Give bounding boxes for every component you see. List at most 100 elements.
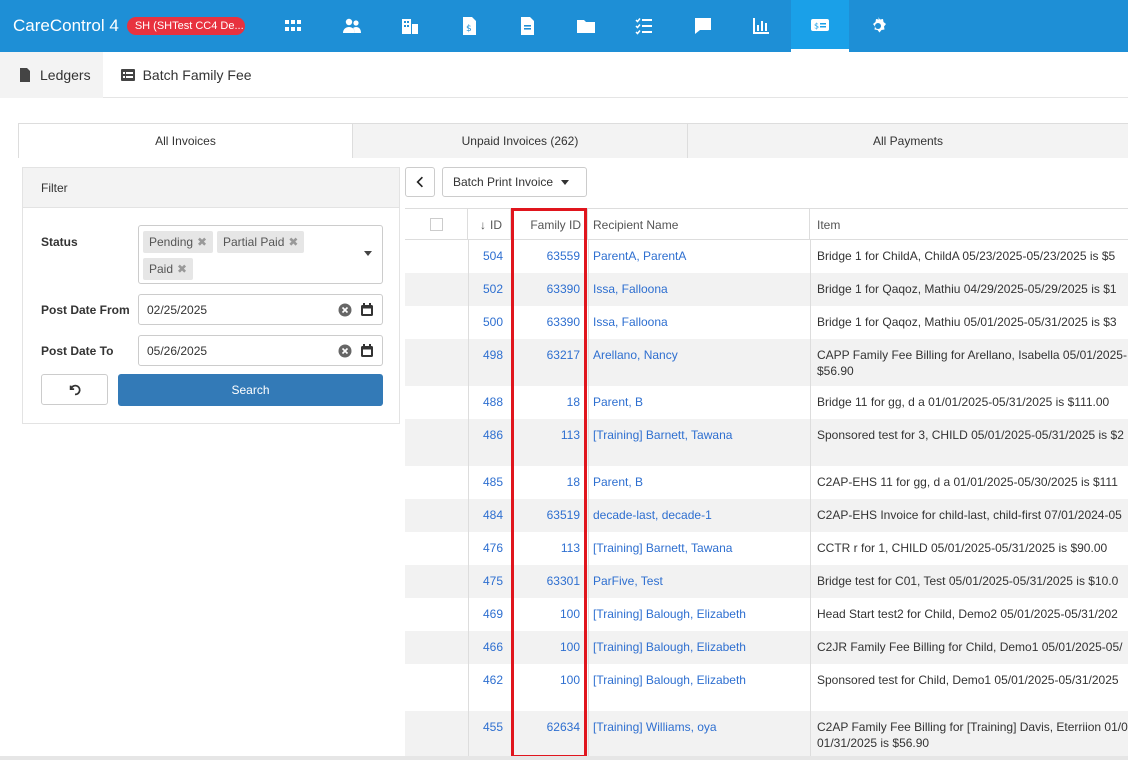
recipient-name-link[interactable]: ParFive, Test xyxy=(588,565,810,598)
tab-all-invoices[interactable]: All Invoices xyxy=(18,124,353,158)
status-multiselect[interactable]: Pending ✖ Partial Paid ✖ Paid ✖ xyxy=(138,225,383,284)
family-id-link[interactable]: 63217 xyxy=(511,339,588,386)
recipient-name-link[interactable]: Issa, Falloona xyxy=(588,306,810,339)
report-chart-icon[interactable] xyxy=(732,0,791,52)
recipient-name-link[interactable]: ParentA, ParentA xyxy=(588,240,810,273)
table-row[interactable]: 488 18 Parent, B Bridge 11 for gg, d a 01/0… xyxy=(405,386,1128,419)
family-id-link[interactable]: 63519 xyxy=(511,499,588,532)
apps-icon[interactable] xyxy=(264,0,323,52)
invoice-id-link[interactable]: 469 xyxy=(468,598,511,631)
invoice-id-link[interactable]: 466 xyxy=(468,631,511,664)
building-icon[interactable] xyxy=(381,0,440,52)
table-row[interactable]: 502 63390 Issa, Falloona Bridge 1 for Qaqoz… xyxy=(405,273,1128,306)
invoice-id-link[interactable]: 484 xyxy=(468,499,511,532)
invoice-id-link[interactable]: 475 xyxy=(468,565,511,598)
recipient-name-link[interactable]: Parent, B xyxy=(588,386,810,419)
select-all-checkbox[interactable] xyxy=(430,218,443,231)
status-chip-partial-paid[interactable]: Partial Paid ✖ xyxy=(217,231,305,253)
table-row[interactable]: 462 100 [Training] Balough, Elizabeth Spons… xyxy=(405,664,1128,711)
column-header-item[interactable]: Item xyxy=(810,209,1128,240)
people-icon[interactable] xyxy=(323,0,382,52)
status-chip-pending[interactable]: Pending ✖ xyxy=(143,231,214,253)
post-date-from-input[interactable]: 02/25/2025 xyxy=(138,294,383,325)
invoice-id-link[interactable]: 462 xyxy=(468,664,511,711)
recipient-name-link[interactable]: [Training] Balough, Elizabeth xyxy=(588,664,810,711)
checklist-icon[interactable] xyxy=(615,0,674,52)
recipient-name-link[interactable]: decade-last, decade-1 xyxy=(588,499,810,532)
invoice-id-link[interactable]: 504 xyxy=(468,240,511,273)
family-id-link[interactable]: 18 xyxy=(511,386,588,419)
family-id-link[interactable]: 63559 xyxy=(511,240,588,273)
app-brand[interactable]: CareControl 4 SH (SHTest CC4 De... xyxy=(0,16,245,36)
table-row[interactable]: 455 62634 [Training] Williams, oya C2AP Fam… xyxy=(405,711,1128,758)
module-nav: $ $ xyxy=(264,0,908,52)
table-row[interactable]: 486 113 [Training] Barnett, Tawana Sponsore… xyxy=(405,419,1128,466)
column-header-family-id[interactable]: Family ID xyxy=(511,209,588,240)
remove-chip-icon[interactable]: ✖ xyxy=(177,262,187,276)
collapse-filter-button[interactable] xyxy=(405,167,435,197)
recipient-name-link[interactable]: [Training] Balough, Elizabeth xyxy=(588,598,810,631)
calendar-icon[interactable] xyxy=(360,344,374,358)
column-header-recipient-name[interactable]: Recipient Name xyxy=(588,209,810,240)
family-id-link[interactable]: 63390 xyxy=(511,306,588,339)
clear-icon[interactable] xyxy=(338,344,352,358)
clear-icon[interactable] xyxy=(338,303,352,317)
tab-unpaid-invoices[interactable]: Unpaid Invoices (262) xyxy=(353,124,688,158)
table-row[interactable]: 504 63559 ParentA, ParentA Bridge 1 for Chi… xyxy=(405,240,1128,273)
table-row[interactable]: 466 100 [Training] Balough, Elizabeth C2JR … xyxy=(405,631,1128,664)
table-row[interactable]: 475 63301 ParFive, Test Bridge test for C01… xyxy=(405,565,1128,598)
status-chip-paid[interactable]: Paid ✖ xyxy=(143,258,194,280)
recipient-name-link[interactable]: Issa, Falloona xyxy=(588,273,810,306)
recipient-name-link[interactable]: Arellano, Nancy xyxy=(588,339,810,386)
invoice-id-link[interactable]: 502 xyxy=(468,273,511,306)
horizontal-scrollbar[interactable] xyxy=(0,756,1128,760)
breadcrumb-ledgers[interactable]: Ledgers xyxy=(0,51,103,98)
recipient-name-link[interactable]: [Training] Barnett, Tawana xyxy=(588,419,810,466)
folder-icon[interactable] xyxy=(557,0,616,52)
invoice-icon[interactable]: $ xyxy=(440,0,499,52)
family-id-link[interactable]: 113 xyxy=(511,532,588,565)
invoice-id-link[interactable]: 476 xyxy=(468,532,511,565)
reset-button[interactable] xyxy=(41,374,108,405)
table-row[interactable]: 485 18 Parent, B C2AP-EHS 11 for gg, d a 01… xyxy=(405,466,1128,499)
family-id-link[interactable]: 100 xyxy=(511,664,588,711)
table-row[interactable]: 500 63390 Issa, Falloona Bridge 1 for Qaqoz… xyxy=(405,306,1128,339)
recipient-name-link[interactable]: [Training] Barnett, Tawana xyxy=(588,532,810,565)
recipient-name-link[interactable]: Parent, B xyxy=(588,466,810,499)
family-id-link[interactable]: 63301 xyxy=(511,565,588,598)
remove-chip-icon[interactable]: ✖ xyxy=(197,235,207,249)
invoice-id-link[interactable]: 498 xyxy=(468,339,511,386)
table-row[interactable]: 469 100 [Training] Balough, Elizabeth Head … xyxy=(405,598,1128,631)
family-id-link[interactable]: 63390 xyxy=(511,273,588,306)
table-row[interactable]: 476 113 [Training] Barnett, Tawana CCTR r f… xyxy=(405,532,1128,565)
gear-icon[interactable] xyxy=(849,0,908,52)
billing-icon[interactable]: $ xyxy=(790,0,849,52)
tab-all-payments[interactable]: All Payments xyxy=(688,124,1128,158)
invoice-id-link[interactable]: 486 xyxy=(468,419,511,466)
recipient-name-link[interactable]: [Training] Balough, Elizabeth xyxy=(588,631,810,664)
family-id-link[interactable]: 18 xyxy=(511,466,588,499)
chat-icon[interactable] xyxy=(674,0,733,52)
batch-print-invoice-dropdown[interactable]: Batch Print Invoice xyxy=(442,167,587,197)
item-description: Bridge test for C01, Test 05/01/2025-05/… xyxy=(810,565,1128,598)
calendar-icon[interactable] xyxy=(360,303,374,317)
remove-chip-icon[interactable]: ✖ xyxy=(288,235,298,249)
invoice-id-link[interactable]: 485 xyxy=(468,466,511,499)
table-row[interactable]: 484 63519 decade-last, decade-1 C2AP-EHS In… xyxy=(405,499,1128,532)
document-icon[interactable] xyxy=(498,0,557,52)
family-id-link[interactable]: 62634 xyxy=(511,711,588,758)
table-row[interactable]: 498 63217 Arellano, Nancy CAPP Family Fee B… xyxy=(405,339,1128,386)
invoice-id-link[interactable]: 488 xyxy=(468,386,511,419)
search-button[interactable]: Search xyxy=(118,374,383,406)
column-header-id[interactable]: ↓ ID xyxy=(468,209,511,240)
family-id-link[interactable]: 100 xyxy=(511,598,588,631)
environment-badge[interactable]: SH (SHTest CC4 De... xyxy=(126,17,245,35)
family-id-link[interactable]: 100 xyxy=(511,631,588,664)
invoice-id-link[interactable]: 455 xyxy=(468,711,511,758)
family-id-link[interactable]: 113 xyxy=(511,419,588,466)
post-date-to-input[interactable]: 05/26/2025 xyxy=(138,335,383,366)
breadcrumb-batch-family-fee[interactable]: Batch Family Fee xyxy=(103,52,264,98)
recipient-name-link[interactable]: [Training] Williams, oya xyxy=(588,711,810,758)
invoice-id-link[interactable]: 500 xyxy=(468,306,511,339)
chevron-down-icon[interactable] xyxy=(364,251,372,256)
